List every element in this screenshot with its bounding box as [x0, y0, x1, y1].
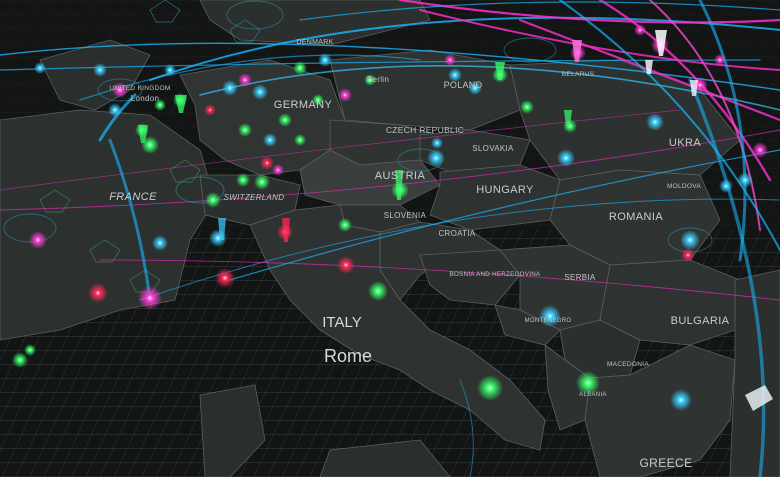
label-ukraine: UKRA [669, 137, 701, 149]
label-croatia: CROATIA [438, 229, 475, 238]
label-united-kingdom: UNITED KINGDOM [109, 85, 170, 92]
label-berlin: Berlin [367, 75, 389, 84]
label-hungary: HUNGARY [476, 184, 534, 196]
europe-attack-map[interactable]: FRANCE GERMANY DENMARK UNITED KINGDOM Lo… [0, 0, 780, 477]
label-germany: GERMANY [274, 99, 333, 111]
label-serbia: SERBIA [564, 273, 596, 282]
label-romania: ROMANIA [609, 211, 663, 223]
label-london: London [131, 94, 160, 103]
label-switzerland: SWITZERLAND [224, 193, 285, 202]
label-denmark: DENMARK [296, 39, 333, 46]
threat-map-view[interactable]: FRANCE GERMANY DENMARK UNITED KINGDOM Lo… [0, 0, 780, 477]
label-bosnia: BOSNIA AND HERZEGOVINA [450, 271, 541, 278]
label-albania: ALBANIA [579, 392, 606, 398]
label-austria: AUSTRIA [375, 170, 426, 182]
label-czech-republic: CZECH REPUBLIC [386, 125, 464, 135]
label-montenegro: MONTENEGRO [525, 318, 572, 324]
label-bulgaria: BULGARIA [671, 315, 730, 327]
label-rome: Rome [324, 346, 372, 366]
label-slovenia: SLOVENIA [384, 211, 427, 220]
label-moldova: MOLDOVA [667, 183, 701, 190]
label-france: FRANCE [109, 191, 157, 203]
label-italy: ITALY [322, 314, 361, 331]
label-belarus: BELARUS [562, 71, 595, 78]
label-macedonia: MACEDONIA [607, 361, 649, 368]
label-greece: GREECE [639, 456, 692, 470]
label-slovakia: SLOVAKIA [472, 144, 514, 153]
label-poland: POLAND [444, 80, 483, 90]
